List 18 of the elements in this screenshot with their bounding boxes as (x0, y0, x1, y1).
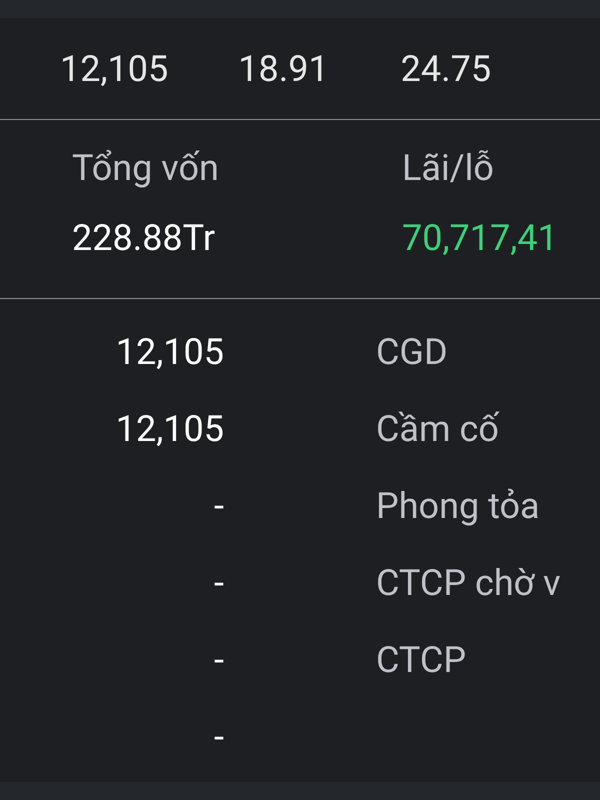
detail-label: CGD (376, 334, 448, 370)
stat-value: 18.91 (238, 50, 329, 86)
detail-label: CTCP (376, 642, 466, 678)
detail-value: 12,105 (116, 410, 224, 446)
detail-value: - (214, 488, 224, 524)
summary-value: 70,717,41 (402, 220, 558, 256)
detail-value: - (214, 564, 224, 600)
summary-label: Tổng vốn (72, 150, 220, 186)
stat-value: 24.75 (400, 50, 492, 86)
detail-value: - (214, 642, 224, 678)
detail-label: CTCP chờ v (376, 564, 561, 600)
stat-value: 12,105 (60, 50, 168, 86)
detail-label: Phong tỏa (376, 488, 540, 524)
detail-value: - (214, 718, 224, 754)
detail-label: Cầm cố (376, 410, 499, 446)
summary-value: 228.88Tr (72, 220, 216, 256)
detail-value: 12,105 (116, 334, 224, 370)
summary-label: Lãi/lỗ (402, 150, 495, 186)
